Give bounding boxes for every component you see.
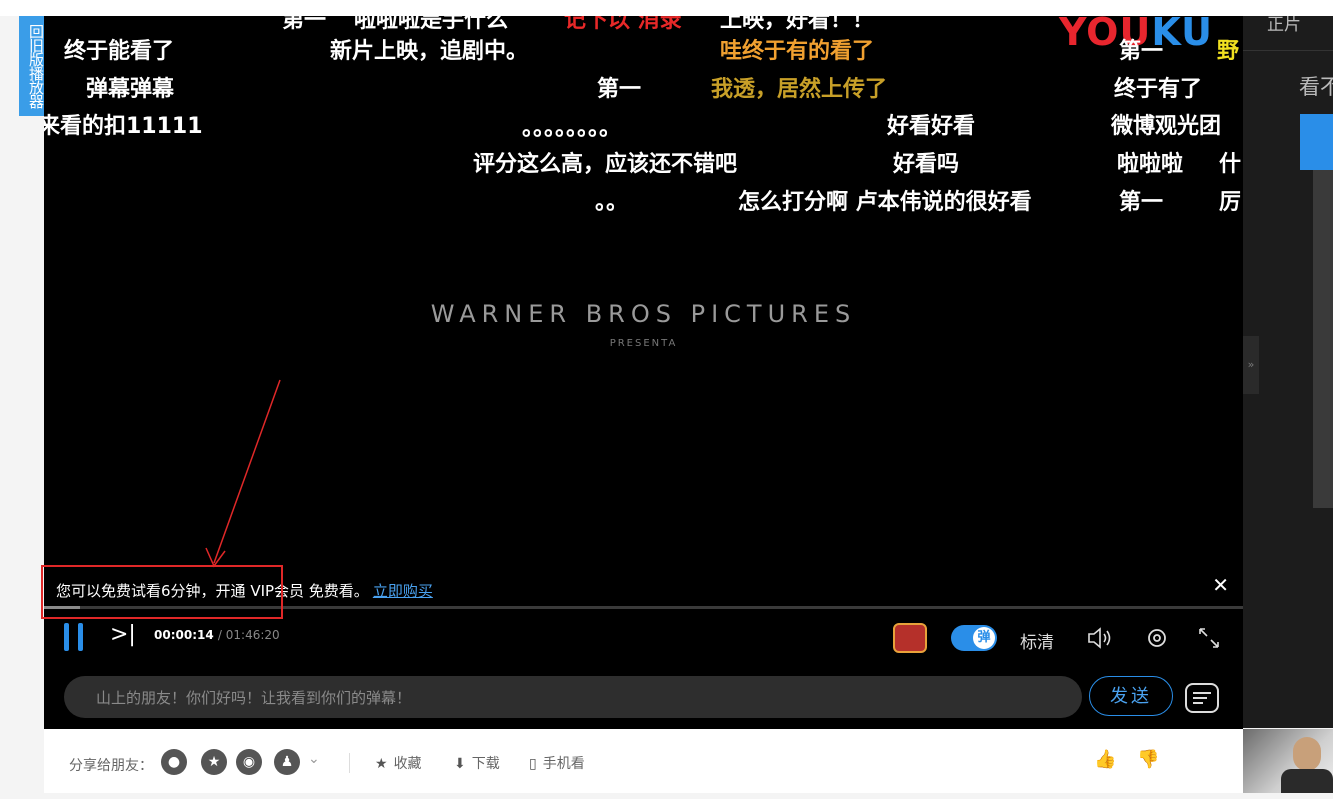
share-bar: 分享给朋友： ● ★ ◉ ♟ ⌄ ★ 收藏 ⬇ 下载 ▯ 手机看 👍 👎 xyxy=(44,729,1243,793)
dislike-icon[interactable]: 👎 xyxy=(1137,749,1159,770)
total-time: 01:46:20 xyxy=(225,628,280,642)
danmaku-comment: 怎么打分啊 卢本伟说的很好看 xyxy=(738,190,1032,215)
old-player-switch[interactable]: 回旧版播放器 xyxy=(19,16,44,116)
danmaku-comment: 第一 xyxy=(1119,39,1164,64)
current-time: 00:00:14 xyxy=(154,628,214,642)
danmaku-comment: 第一 xyxy=(597,77,642,102)
danmaku-toggle-knob: 弹 xyxy=(973,627,995,649)
close-icon[interactable]: ✕ xyxy=(1212,573,1229,597)
treasure-chest-icon[interactable] xyxy=(893,623,927,653)
danmaku-comment: 哇终于有的看了 xyxy=(720,39,875,64)
danmaku-settings-icon[interactable] xyxy=(1185,683,1219,713)
danmaku-comment: 好看好看 xyxy=(887,114,976,139)
studio-title: WARNER BROS PICTURES xyxy=(430,300,857,328)
panel-divider xyxy=(1243,50,1333,51)
download-button[interactable]: ⬇ 下载 xyxy=(454,753,500,773)
collapse-panel-icon[interactable]: » xyxy=(1243,336,1259,394)
weibo-icon[interactable]: ◉ xyxy=(236,749,262,775)
qzone-icon[interactable]: ★ xyxy=(201,749,227,775)
danmaku-comment: 。。。。。。。。 xyxy=(522,116,622,141)
danmaku-comment: 新片上映，追剧中。 xyxy=(330,39,529,64)
danmaku-comment: 好看吗 xyxy=(893,152,960,177)
buy-now-link[interactable]: 立即购买 xyxy=(373,582,433,600)
quality-selector[interactable]: 标清 xyxy=(1020,628,1054,653)
danmaku-comment: 记下以 消录 xyxy=(564,16,682,33)
danmaku-comment: 什 xyxy=(1219,152,1242,177)
send-button[interactable]: 发送 xyxy=(1089,676,1173,716)
danmaku-comment: 评分这么高，应该还不错吧 xyxy=(473,152,738,177)
danmaku-comment: 啦啦啦 xyxy=(1117,152,1184,177)
next-episode-icon[interactable]: >| xyxy=(110,622,136,647)
danmaku-toggle[interactable]: 弹 xyxy=(951,625,997,651)
current-episode-item[interactable] xyxy=(1300,114,1333,170)
danmaku-comment: 第一 xyxy=(1119,190,1164,215)
danmaku-comment: 终于有了 xyxy=(1114,77,1203,102)
volume-icon[interactable] xyxy=(1086,626,1116,655)
time-display: 00:00:14 / 01:46:20 xyxy=(154,628,280,642)
danmaku-comment: 厉 xyxy=(1219,190,1242,215)
download-icon: ⬇ xyxy=(454,756,466,772)
studio-subtitle: PRESENTA xyxy=(609,338,678,349)
qq-icon[interactable]: ♟ xyxy=(274,749,300,775)
player-controls: >| 00:00:14 / 01:46:20 弹 标清 发送 xyxy=(44,606,1243,729)
like-icon[interactable]: 👍 xyxy=(1094,749,1116,770)
fullscreen-icon[interactable] xyxy=(1197,626,1221,655)
danmaku-comment: 终于能看了 xyxy=(64,39,175,64)
danmaku-comment: 野 xyxy=(1217,39,1240,64)
chevron-down-icon[interactable]: ⌄ xyxy=(308,751,320,767)
panel-heading: 看不 xyxy=(1299,75,1333,99)
divider xyxy=(349,753,350,773)
annotation-highlight-box xyxy=(41,565,283,619)
danmaku-comment: 上映，好看！！ xyxy=(720,16,875,33)
danmaku-comment: 来看的扣11111 xyxy=(44,114,203,139)
avatar[interactable] xyxy=(1243,729,1333,793)
settings-icon[interactable] xyxy=(1145,626,1169,655)
danmaku-input[interactable] xyxy=(94,676,1058,720)
danmaku-input-row xyxy=(64,676,1082,720)
favorite-button[interactable]: ★ 收藏 xyxy=(375,753,422,773)
top-bar xyxy=(0,0,1333,16)
wechat-icon[interactable]: ● xyxy=(161,749,187,775)
tab-main[interactable]: 正片 xyxy=(1267,16,1301,35)
share-label: 分享给朋友： xyxy=(69,758,153,774)
video-area[interactable]: YOUKU 第一 啦啦啦是手什么 记下以 消录 上映，好看！！ 终于能看了 新片上映，追剧… xyxy=(44,16,1243,606)
panel-scrollbar[interactable] xyxy=(1313,170,1333,508)
danmaku-comment: 。。 xyxy=(595,190,629,215)
phone-icon: ▯ xyxy=(529,756,537,772)
pause-button[interactable] xyxy=(64,623,86,651)
danmaku-comment: 我透，居然上传了 xyxy=(711,77,888,102)
star-icon: ★ xyxy=(375,756,388,772)
danmaku-comment: 弹幕弹幕 xyxy=(86,77,175,102)
danmaku-comment: 啦啦啦是手什么 xyxy=(354,16,509,33)
danmaku-comment: 第一 xyxy=(282,16,327,33)
mobile-watch-button[interactable]: ▯ 手机看 xyxy=(529,753,585,773)
danmaku-comment: 微博观光团 xyxy=(1111,114,1222,139)
